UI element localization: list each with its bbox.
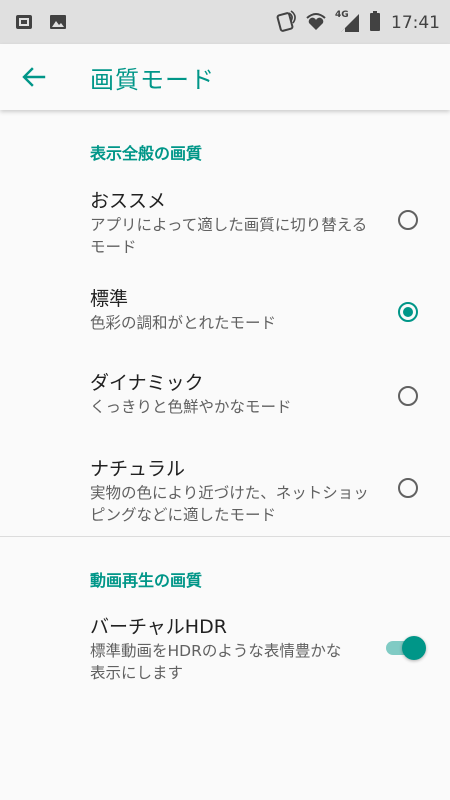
option-subtitle: 実物の色により近づけた、ネットショッピングなどに適したモード [90,484,369,524]
notification-card-icon [14,12,34,36]
option-subtitle: アプリによって適した画質に切り替えるモード [90,216,368,256]
section-header-display: 表示全般の画質 [90,144,203,163]
option-subtitle: 標準動画をHDRのような表情豊かな表示にします [90,642,342,682]
option-subtitle: くっきりと色鮮やかなモード [90,398,292,416]
option-title: 標準 [90,288,129,310]
option-standard[interactable]: 標準 色彩の調和がとれたモード [0,270,450,352]
radio-standard[interactable] [398,302,418,322]
image-icon [48,12,68,36]
virtual-hdr-toggle[interactable] [384,635,428,661]
option-virtual-hdr[interactable]: バーチャルHDR 標準動画をHDRのような表情豊かな表示にします [0,602,450,692]
option-subtitle: 色彩の調和がとれたモード [90,314,277,332]
wifi-heart-icon [305,10,327,36]
radio-dynamic[interactable] [398,386,418,406]
app-bar: 画質モード [0,44,450,110]
battery-icon [369,10,381,36]
option-recommended[interactable]: おススメ アプリによって適した画質に切り替えるモード [0,172,450,262]
section-divider [0,536,450,537]
option-title: ダイナミック [90,372,204,394]
radio-natural[interactable] [398,478,418,498]
toggle-thumb [402,636,426,660]
nfc-icon [275,10,297,36]
signal-icon: 4G [335,10,361,34]
section-header-video: 動画再生の画質 [90,571,203,590]
status-time: 17:41 [391,13,440,33]
option-title: おススメ [90,190,167,212]
option-title: ナチュラル [90,458,186,480]
status-bar: 4G 17:41 [0,0,450,44]
radio-recommended[interactable] [398,210,418,230]
option-dynamic[interactable]: ダイナミック くっきりと色鮮やかなモード [0,356,450,436]
option-natural[interactable]: ナチュラル 実物の色により近づけた、ネットショッピングなどに適したモード [0,442,450,532]
page-title: 画質モード [90,66,215,94]
arrow-back-icon [22,67,46,87]
back-button[interactable] [20,65,48,89]
option-title: バーチャルHDR [90,616,227,638]
